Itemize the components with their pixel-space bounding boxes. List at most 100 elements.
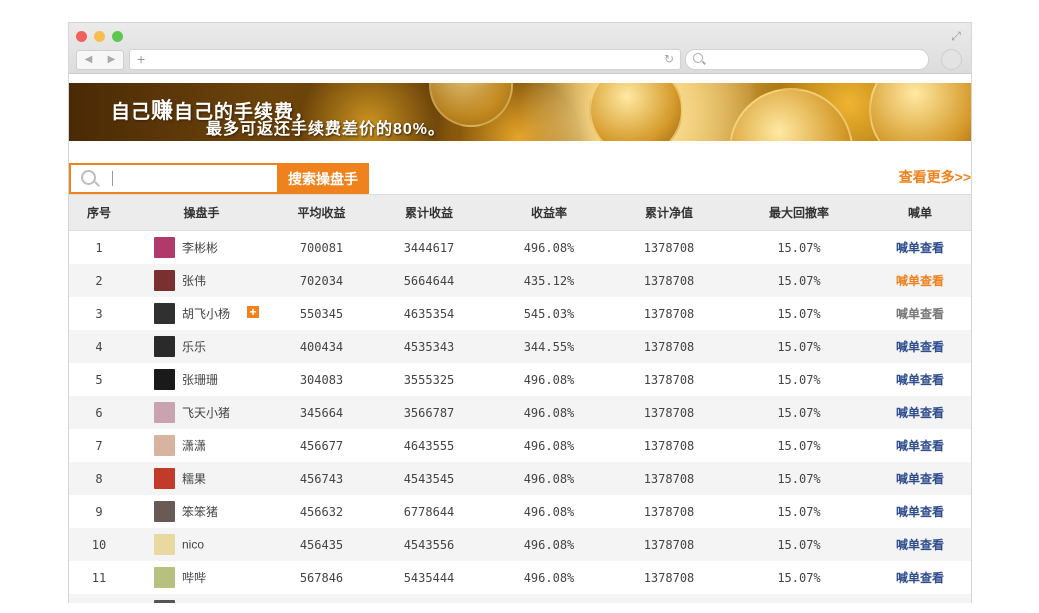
- maximize-window-dot[interactable]: [112, 31, 123, 42]
- cell-call-order: 喊单查看: [869, 264, 971, 297]
- avatar[interactable]: [154, 468, 175, 489]
- cell-trader: 李彬彬: [129, 231, 274, 265]
- avatar[interactable]: [154, 303, 175, 324]
- cell-trader: nico: [129, 528, 274, 561]
- avatar[interactable]: [154, 270, 175, 291]
- search-toolbar: 搜索操盘手 查看更多>>: [69, 163, 971, 194]
- cell-trader: 乐乐: [129, 330, 274, 363]
- close-window-dot[interactable]: [76, 31, 87, 42]
- cell-avg-profit: 345664: [274, 396, 369, 429]
- fullscreen-icon[interactable]: ⤢: [949, 29, 963, 43]
- cell-avg-profit: 456677: [299, 438, 344, 453]
- cell-max-drawdown: 15.07%: [729, 528, 869, 561]
- cell-total-profit: 4543223: [369, 594, 489, 603]
- avatar[interactable]: [154, 534, 175, 555]
- table-body: 1 李彬彬 700081 3444617 496.08% 1378708 15.07% 喊单查…: [69, 231, 971, 603]
- cell-call-order: 喊单查看: [869, 363, 971, 396]
- browser-search-bar[interactable]: [685, 49, 929, 70]
- table-row: 9 笨笨猪 456632 6778644 496.08% 1378708 15.07% 喊单查…: [69, 495, 971, 528]
- table-row: 6 飞天小猪 345664 3566787 496.08% 1378708 15.07% 喊单…: [69, 396, 971, 429]
- avatar[interactable]: [154, 600, 175, 603]
- trader-search-input[interactable]: [69, 163, 277, 194]
- new-tab-icon[interactable]: +: [137, 50, 145, 69]
- view-call-order-link[interactable]: 喊单查看: [896, 307, 944, 321]
- trader-name[interactable]: 潇潇: [182, 439, 206, 453]
- trader-name[interactable]: 哔哔: [182, 571, 206, 585]
- table-row: 8 糯果 456743 4543545 496.08% 1378708 15.07% 喊单查看: [69, 462, 971, 495]
- promo-banner: 自己赚自己的手续费， 最多可返还手续费差价的80%。: [69, 83, 971, 141]
- table-row: 11 哔哔 567846 5435444 496.08% 1378708 15.07% 喊单查…: [69, 561, 971, 594]
- view-call-order-link[interactable]: 喊单查看: [896, 406, 944, 420]
- cell-total-profit: 6778644: [403, 504, 455, 519]
- view-call-order-link[interactable]: 喊单查看: [896, 439, 944, 453]
- cell-return-rate: 496.08%: [523, 372, 575, 387]
- trader-name[interactable]: 张珊珊: [182, 373, 218, 387]
- cell-avg-profit: 400434: [274, 330, 369, 363]
- avatar[interactable]: [154, 501, 175, 522]
- address-bar[interactable]: + ↻: [129, 49, 681, 70]
- back-icon[interactable]: ◀: [77, 51, 100, 69]
- table-row: 2 张伟 702034 5664644 435.12% 1378708 15.07% 喊单查看: [69, 264, 971, 297]
- search-icon: [81, 170, 96, 185]
- view-call-order-link[interactable]: 喊单查看: [896, 241, 944, 255]
- table-row: 3 胡飞小杨 +550345 4635354 545.03% 1378708 15.07% 喊…: [69, 297, 971, 330]
- cell-avg-profit: 702034: [274, 264, 369, 297]
- avatar[interactable]: [154, 567, 175, 588]
- cell-no: 2: [69, 264, 129, 297]
- avatar[interactable]: [154, 369, 175, 390]
- cell-return-rate: 496.08%: [523, 438, 575, 453]
- trader-name[interactable]: 笨笨猪: [182, 505, 218, 519]
- cell-return-rate: 496.08%: [489, 528, 609, 561]
- cell-no: 7: [95, 438, 103, 453]
- add-follow-icon[interactable]: +: [247, 306, 259, 318]
- cell-net-value: 1378708: [643, 306, 695, 321]
- cell-net-value: 1378708: [609, 330, 729, 363]
- trader-name[interactable]: 糯果: [182, 472, 206, 486]
- view-call-order-link[interactable]: 喊单查看: [896, 538, 944, 552]
- table-row: 4 乐乐 400434 4535343 344.55% 1378708 15.07% 喊单查看: [69, 330, 971, 363]
- cell-max-drawdown: 15.07%: [729, 462, 869, 495]
- trader-name[interactable]: 李彬彬: [182, 241, 218, 255]
- table-row: 1 李彬彬 700081 3444617 496.08% 1378708 15.07% 喊单查…: [69, 231, 971, 265]
- table-row: 5 张珊珊 304083 3555325 496.08% 1378708 15.07% 喊单查…: [69, 363, 971, 396]
- view-call-order-link[interactable]: 喊单查看: [896, 340, 944, 354]
- trader-name[interactable]: 张伟: [182, 274, 206, 288]
- cell-net-value: 1378708: [609, 264, 729, 297]
- header-return-rate: 收益率: [489, 194, 609, 231]
- avatar[interactable]: [154, 237, 175, 258]
- view-call-order-link[interactable]: 喊单查看: [896, 274, 944, 288]
- browser-menu-button[interactable]: [941, 49, 962, 70]
- cell-trader: 飞天小猪: [129, 396, 274, 429]
- cell-trader: 张伟: [129, 264, 274, 297]
- search-trader-button[interactable]: 搜索操盘手: [277, 163, 369, 194]
- minimize-window-dot[interactable]: [94, 31, 105, 42]
- banner-subline: 最多可返还手续费差价的80%。: [206, 121, 446, 138]
- trader-name[interactable]: 胡飞小杨: [182, 307, 230, 321]
- view-call-order-link[interactable]: 喊单查看: [896, 505, 944, 519]
- table-row: 12爱莎6746774543223496.08%137870815.07%喊单查…: [69, 594, 971, 603]
- avatar[interactable]: [154, 435, 175, 456]
- cell-trader: 胡飞小杨 +: [129, 297, 274, 330]
- cell-return-rate: 496.08%: [489, 462, 609, 495]
- forward-icon[interactable]: ▶: [100, 51, 123, 69]
- table-header-row: 序号 操盘手 平均收益 累计收益 收益率 累计净值 最大回撤率 喊单: [69, 194, 971, 231]
- trader-name[interactable]: 乐乐: [182, 340, 206, 354]
- view-more-link[interactable]: 查看更多>>: [899, 167, 971, 187]
- trader-name[interactable]: nico: [182, 538, 204, 552]
- reload-icon[interactable]: ↻: [664, 50, 674, 69]
- header-net-value: 累计净值: [609, 194, 729, 231]
- cell-net-value: 1378708: [609, 528, 729, 561]
- cell-trader: 笨笨猪: [129, 495, 274, 528]
- cell-call-order: 喊单查看: [869, 330, 971, 363]
- view-call-order-link[interactable]: 喊单查看: [896, 571, 944, 585]
- browser-chrome: ⤢ ◀ ▶ + ↻: [69, 23, 971, 74]
- cell-max-drawdown: 15.07%: [777, 240, 821, 255]
- avatar[interactable]: [154, 336, 175, 357]
- cell-total-profit: 3444617: [403, 240, 455, 255]
- view-call-order-link[interactable]: 喊单查看: [896, 472, 944, 486]
- trader-name[interactable]: 飞天小猪: [182, 406, 230, 420]
- cell-max-drawdown: 15.07%: [777, 570, 821, 585]
- view-call-order-link[interactable]: 喊单查看: [896, 373, 944, 387]
- avatar[interactable]: [154, 402, 175, 423]
- cell-trader: 哔哔: [129, 561, 274, 594]
